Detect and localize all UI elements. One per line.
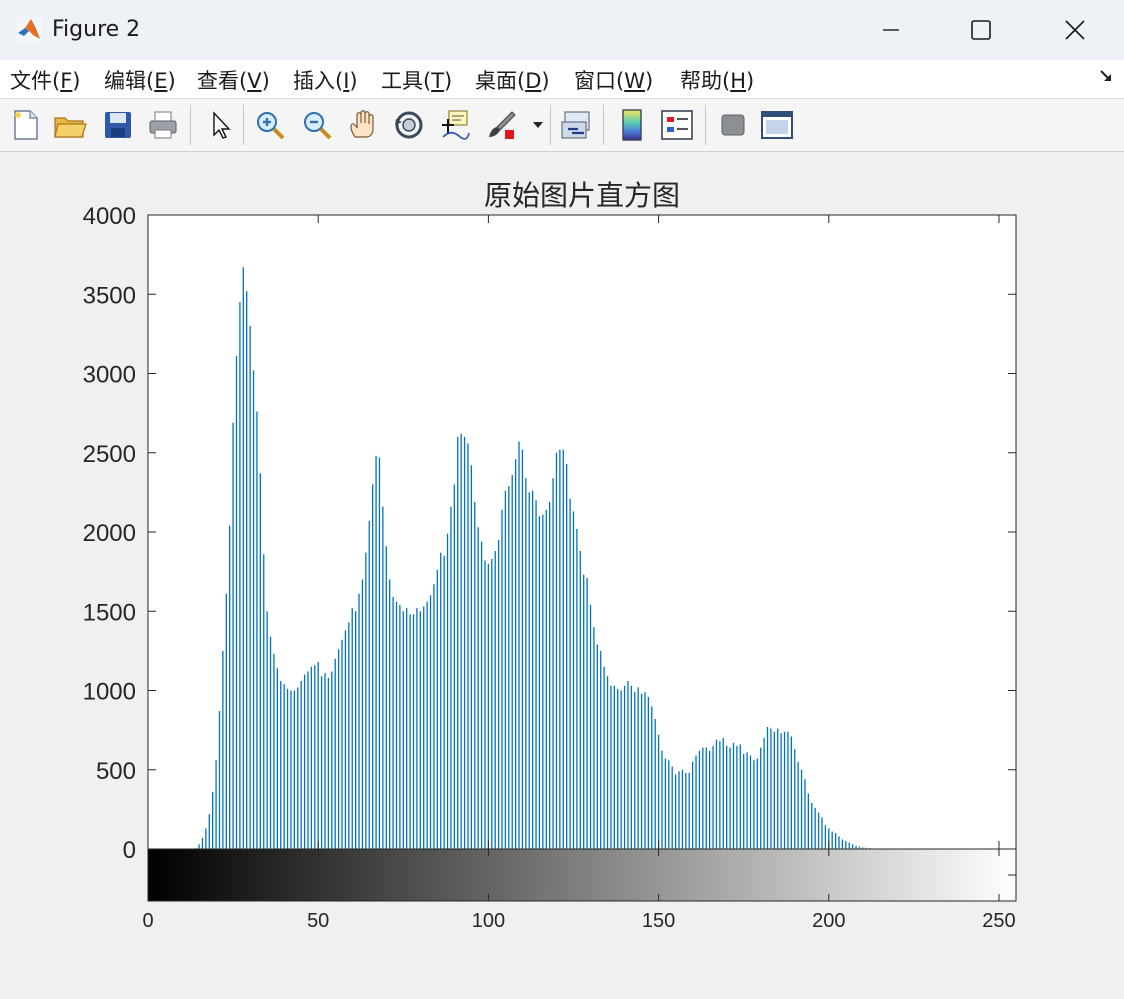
x-tick-label: 250 [982,910,1015,932]
menu-bar: 文件(F) 编辑(E) 查看(V) 插入(I) 工具(T) 桌面(D) 窗口(W… [0,60,1124,99]
y-tick-label: 500 [96,758,136,785]
menu-window[interactable]: 窗口(W) [574,65,653,95]
zoom-out-icon[interactable] [299,107,335,143]
open-folder-icon[interactable] [52,107,88,143]
menu-file[interactable]: 文件(F) [10,65,81,95]
close-button[interactable] [1030,8,1120,52]
x-tick-label: 0 [142,910,153,932]
chart-title: 原始图片直方图 [484,179,680,212]
x-tick-label: 150 [642,910,675,932]
print-icon[interactable] [145,107,181,143]
pointer-icon[interactable] [202,107,238,143]
figure-area: 0 500 1000 1500 2000 2500 3000 3500 4000 0 50 100 1… [0,152,1124,995]
menu-view[interactable]: 查看(V) [197,65,270,95]
y-tick-label: 1500 [83,599,136,626]
link-plot-icon[interactable] [559,107,595,143]
matlab-logo-icon [16,17,42,43]
window-title: Figure 2 [52,17,141,42]
save-icon[interactable] [100,107,136,143]
menu-edit[interactable]: 编辑(E) [104,65,176,95]
menu-help[interactable]: 帮助(H) [680,65,754,95]
y-tick-label: 2500 [83,441,136,468]
show-tools-icon[interactable] [759,107,795,143]
plot-area [148,215,1016,901]
figure-window: Figure 2 文件(F) 编辑(E) 查看(V) 插入(I) 工具(T) 桌… [0,0,1124,995]
maximize-button[interactable] [936,8,1026,52]
toolbar-separator [190,105,191,145]
y-tick-label: 2000 [83,520,136,547]
grayscale-colorbar [148,849,1016,901]
hide-tools-icon[interactable] [715,107,751,143]
toolbar-separator [550,105,551,145]
y-tick-label: 1000 [83,679,136,706]
rotate-3d-icon[interactable] [391,107,427,143]
x-tick-label: 50 [307,910,329,932]
toolbar-separator [705,105,706,145]
title-bar: Figure 2 [0,0,1124,60]
y-tick-label: 4000 [83,203,136,230]
brush-dropdown-icon[interactable] [528,107,548,143]
zoom-in-icon[interactable] [252,107,288,143]
y-tick-label: 0 [123,837,136,864]
x-tick-label: 200 [812,910,845,932]
pan-hand-icon[interactable] [345,107,381,143]
legend-icon[interactable] [659,107,695,143]
y-tick-label: 3500 [83,282,136,309]
minimize-icon [883,29,899,31]
maximize-icon [971,20,991,40]
close-icon [1065,20,1085,40]
toolbar-separator [603,105,604,145]
menu-tools[interactable]: 工具(T) [381,65,452,95]
new-figure-icon[interactable] [8,107,44,143]
toolbar-separator [243,105,244,145]
minimize-button[interactable] [846,8,936,52]
data-cursor-icon[interactable] [437,107,473,143]
figure-toolbar [0,99,1124,152]
y-tick-label: 3000 [83,362,136,389]
colorbar-icon[interactable] [614,107,650,143]
dock-figure-icon[interactable] [1098,68,1114,84]
brush-icon[interactable] [484,107,520,143]
x-tick-label: 100 [472,910,505,932]
menu-desktop[interactable]: 桌面(D) [475,65,550,95]
histogram-chart[interactable]: 0 500 1000 1500 2000 2500 3000 3500 4000 0 50 100 1… [0,152,1124,995]
menu-insert[interactable]: 插入(I) [293,65,358,95]
